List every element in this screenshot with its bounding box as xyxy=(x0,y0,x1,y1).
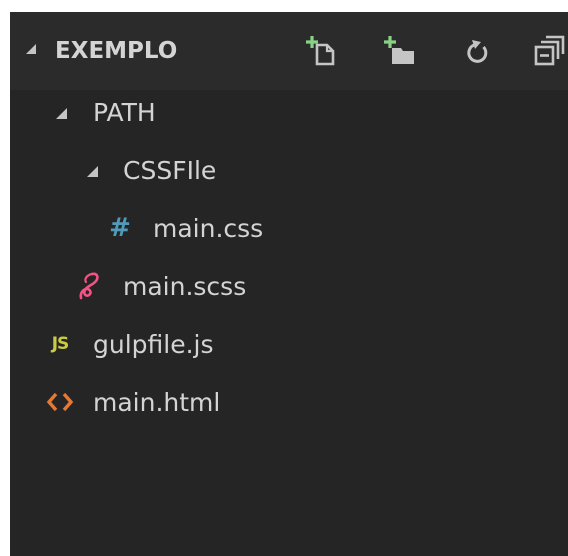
refresh-icon xyxy=(467,40,488,63)
tree-item-label: gulpfile.js xyxy=(93,330,214,359)
new-file-icon xyxy=(306,36,335,66)
css-file-icon: # xyxy=(109,213,131,243)
sass-file-icon xyxy=(76,270,102,302)
tree-item-label: CSSFIle xyxy=(123,156,217,185)
tree-folder-cssfile[interactable]: CSSFIle xyxy=(10,146,568,196)
expanded-chevron-icon xyxy=(87,166,98,177)
new-folder-button[interactable] xyxy=(383,34,417,68)
section-title: EXEMPLO xyxy=(55,38,178,64)
tree-item-label: main.scss xyxy=(123,272,247,301)
tree-file-main-css[interactable]: # main.css xyxy=(10,204,568,254)
js-file-icon: JS xyxy=(51,334,70,354)
tree-file-main-scss[interactable]: main.scss xyxy=(10,262,568,312)
tree-item-label: PATH xyxy=(93,98,156,127)
tree-file-main-html[interactable]: main.html xyxy=(10,378,568,428)
tree-file-gulpfile[interactable]: JS gulpfile.js xyxy=(10,320,568,370)
new-file-button[interactable] xyxy=(305,34,339,68)
explorer-panel: EXEMPLO PATH CSSFIle # main.css main.scs… xyxy=(10,12,568,556)
collapse-all-button[interactable] xyxy=(532,34,566,68)
tree-item-label: main.css xyxy=(153,214,264,243)
html-file-icon xyxy=(45,386,75,418)
collapse-section-icon[interactable] xyxy=(26,44,36,54)
tree-folder-path[interactable]: PATH xyxy=(10,88,568,138)
tree-item-label: main.html xyxy=(93,388,221,417)
new-folder-icon xyxy=(384,36,414,64)
expanded-chevron-icon xyxy=(56,108,67,119)
refresh-button[interactable] xyxy=(461,34,495,68)
collapse-all-icon xyxy=(534,35,565,66)
explorer-section-header[interactable]: EXEMPLO xyxy=(10,12,568,90)
